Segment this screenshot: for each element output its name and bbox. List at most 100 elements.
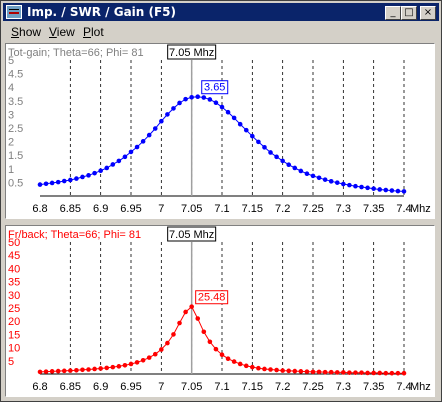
data-point	[159, 347, 164, 352]
x-tick-label: 6.85	[60, 381, 81, 393]
data-point	[316, 369, 322, 375]
maximize-button[interactable]: □	[401, 6, 417, 20]
data-point	[146, 355, 152, 360]
x-tick-label: 7.2	[275, 381, 290, 393]
chart-title: Tot-gain; Theta=66; Phi= 81	[8, 47, 144, 59]
data-point	[231, 115, 237, 121]
y-tick-label: 30	[8, 290, 20, 302]
x-tick-label: 7.2	[275, 203, 290, 215]
data-point	[92, 366, 97, 372]
data-point	[213, 100, 219, 106]
data-point	[347, 182, 352, 188]
gain-chart-panel[interactable]: Tot-gain; Theta=66; Phi= 81 6.8 6.85 6.9 6.9…	[5, 43, 435, 219]
data-point	[140, 357, 146, 363]
data-point	[365, 370, 370, 376]
title-bar[interactable]: Imp. / SWR / Gain (F5) _ □ ×	[3, 3, 439, 21]
data-point	[389, 188, 395, 193]
x-tick-label: 7.1	[214, 381, 229, 393]
x-tick-label: 7.25	[302, 381, 323, 393]
data-point	[189, 304, 194, 309]
y-tick-label: 40	[8, 263, 20, 275]
data-point	[116, 364, 122, 369]
cursor-label: 7.05 Mhz	[169, 47, 214, 59]
data-point	[110, 162, 116, 167]
x-tick-label: 7	[158, 203, 164, 215]
data-point	[98, 168, 103, 174]
x-tick-label: 6.95	[120, 381, 141, 393]
front-back-chart-panel[interactable]: Fr/back; Theta=66; Phi= 81 6.8 6.85 6.9 6.95…	[5, 225, 435, 397]
data-point	[395, 188, 401, 194]
data-point	[256, 365, 261, 371]
data-point	[225, 356, 231, 361]
menu-plot[interactable]: Plot	[83, 25, 104, 39]
app-window: Imp. / SWR / Gain (F5) _ □ × Show View P…	[0, 0, 442, 402]
data-point	[359, 184, 364, 190]
data-point	[61, 368, 67, 374]
front-back-chart[interactable]: Fr/back; Theta=66; Phi= 81 6.8 6.85 6.9 6.95…	[6, 226, 434, 396]
y-tick-label: 20	[8, 316, 20, 328]
y-tick-label: 35	[8, 277, 20, 289]
gain-chart[interactable]: Tot-gain; Theta=66; Phi= 81 6.8 6.85 6.9 6.9…	[6, 44, 434, 218]
data-point	[347, 370, 352, 375]
data-point	[183, 96, 188, 102]
x-tick-label: 7	[158, 381, 164, 393]
y-tick-label: 50	[8, 237, 20, 249]
data-point	[86, 173, 91, 178]
data-point	[243, 363, 249, 369]
close-button[interactable]: ×	[420, 6, 436, 20]
data-point	[334, 370, 340, 375]
data-point	[359, 370, 364, 375]
data-point	[383, 187, 389, 193]
data-point	[219, 104, 225, 110]
x-tick-label: 7.35	[363, 203, 384, 215]
x-tick-label: 7.3	[336, 203, 351, 215]
data-point	[298, 369, 304, 374]
y-tick-label: 5	[8, 55, 14, 67]
y-tick-label: 0.5	[8, 177, 23, 189]
data-point	[177, 320, 182, 326]
y-tick-label: 1.5	[8, 150, 23, 162]
x-tick-label: 7.1	[214, 203, 229, 215]
x-tick-label: 6.9	[93, 203, 108, 215]
x-unit-label: Mhz	[410, 381, 431, 393]
data-point	[43, 181, 49, 187]
data-point	[383, 370, 389, 376]
data-point	[104, 165, 110, 171]
x-tick-label: 6.8	[32, 203, 47, 215]
data-point	[68, 368, 73, 373]
x-tick-label: 7.35	[363, 381, 384, 393]
data-point	[207, 97, 213, 102]
data-point	[292, 165, 298, 171]
window-title: Imp. / SWR / Gain (F5)	[27, 5, 177, 19]
data-point	[262, 145, 267, 150]
data-point	[371, 186, 376, 191]
data-point	[165, 340, 170, 346]
data-point	[122, 362, 128, 368]
y-tick-label: 15	[8, 329, 20, 341]
data-point	[365, 185, 370, 191]
data-point	[177, 100, 182, 106]
y-tick-label: 3	[8, 109, 14, 121]
data-point	[262, 366, 267, 372]
menu-show[interactable]: Show	[11, 25, 41, 39]
data-point	[280, 158, 285, 164]
data-point	[43, 369, 49, 374]
data-point	[195, 316, 201, 321]
data-point	[268, 150, 273, 155]
data-point	[250, 364, 255, 370]
menu-view[interactable]: View	[49, 25, 75, 39]
x-tick-label: 7.25	[302, 203, 323, 215]
data-point	[310, 173, 316, 179]
x-tick-label: 6.95	[120, 203, 141, 215]
x-tick-label: 7.05	[181, 203, 202, 215]
data-point	[225, 109, 231, 115]
minimize-button[interactable]: _	[385, 6, 401, 20]
data-point	[250, 133, 255, 139]
data-point	[152, 126, 158, 131]
data-point	[61, 178, 67, 184]
app-icon[interactable]	[6, 5, 22, 19]
y-tick-label: 1	[8, 164, 14, 176]
cursor-label: 7.05 Mhz	[169, 229, 214, 241]
data-point	[171, 106, 176, 111]
y-tick-label: 2	[8, 137, 14, 149]
